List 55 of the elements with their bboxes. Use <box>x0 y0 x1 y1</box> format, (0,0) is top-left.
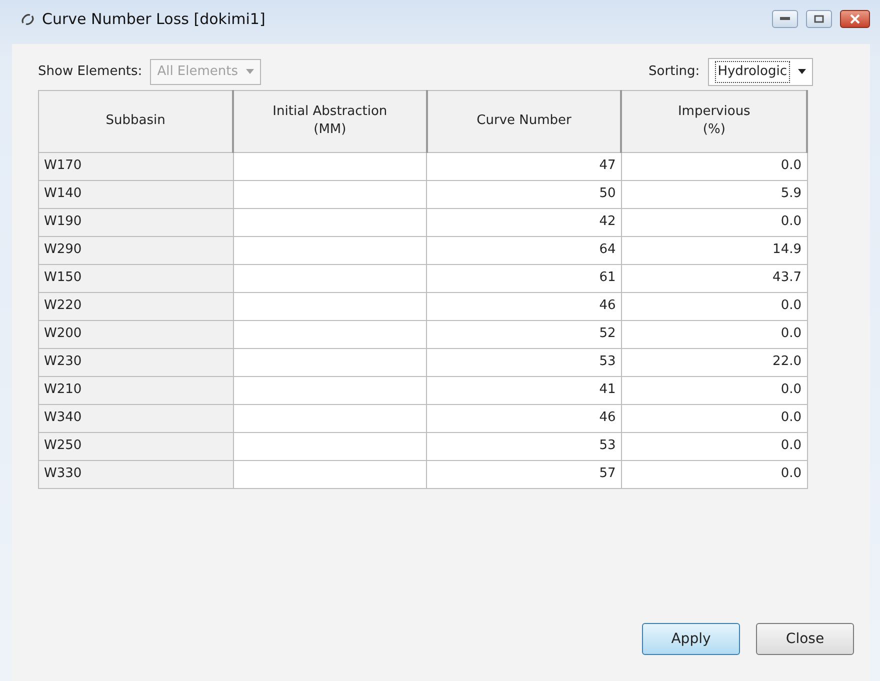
row-header-cell: W230 <box>38 348 234 376</box>
row-header-cell: W220 <box>38 292 234 320</box>
table-cell: 0.0 <box>621 376 807 404</box>
table-cell: 0.0 <box>621 208 807 236</box>
column-header[interactable]: Curve Number <box>426 90 622 152</box>
table-cell: 5.9 <box>621 180 807 208</box>
table-cell: 61 <box>426 264 622 292</box>
row-header-cell: W330 <box>38 460 234 488</box>
table-cell: 0.0 <box>621 152 807 180</box>
row-header-cell: W170 <box>38 152 234 180</box>
table-cell: 0.0 <box>621 460 807 488</box>
table-cell: 47 <box>426 152 622 180</box>
table-cell: 0.0 <box>621 292 807 320</box>
table-cell: 53 <box>426 432 622 460</box>
minimize-button[interactable] <box>772 10 798 28</box>
row-header-cell: W200 <box>38 320 234 348</box>
table-cell: 52 <box>426 320 622 348</box>
table-cell: 22.0 <box>621 348 807 376</box>
table-cell: 14.9 <box>621 236 807 264</box>
column-header[interactable]: Impervious (%) <box>621 90 807 152</box>
table-cell: 53 <box>426 348 622 376</box>
table-cell: 50 <box>426 180 622 208</box>
table-cell: 43.7 <box>621 264 807 292</box>
close-button[interactable]: Close <box>756 623 854 655</box>
row-header-cell: W190 <box>38 208 234 236</box>
app-icon <box>20 11 36 27</box>
table-cell: 64 <box>426 236 622 264</box>
caret-icon <box>798 69 806 74</box>
table-cell: 57 <box>426 460 622 488</box>
table-cell: 0.0 <box>621 320 807 348</box>
row-header-cell: W340 <box>38 404 234 432</box>
row-header-cell: W250 <box>38 432 234 460</box>
close-icon <box>850 14 860 24</box>
table-cell: 46 <box>426 404 622 432</box>
minimize-icon <box>780 17 790 21</box>
column-header[interactable]: Subbasin <box>38 90 234 152</box>
caret-icon <box>246 69 254 74</box>
window-title: Curve Number Loss [dokimi1] <box>42 8 266 30</box>
row-header-cell: W140 <box>38 180 234 208</box>
table-cell: 42 <box>426 208 622 236</box>
table-cell: 0.0 <box>621 404 807 432</box>
show-elements-label: Show Elements: <box>38 63 142 81</box>
sorting-label: Sorting: <box>648 63 700 81</box>
table-cell: 0.0 <box>621 432 807 460</box>
row-header-cell: W210 <box>38 376 234 404</box>
sorting-dropdown[interactable]: Hydrologic <box>708 58 813 86</box>
row-header-cell: W150 <box>38 264 234 292</box>
maximize-icon <box>814 15 824 23</box>
apply-button[interactable]: Apply <box>642 623 740 655</box>
table-cell: 46 <box>426 292 622 320</box>
column-header[interactable]: Initial Abstraction (MM) <box>233 90 427 152</box>
row-header-cell: W290 <box>38 236 234 264</box>
maximize-button[interactable] <box>806 10 832 28</box>
close-window-button[interactable] <box>840 10 870 28</box>
table-cell: 41 <box>426 376 622 404</box>
